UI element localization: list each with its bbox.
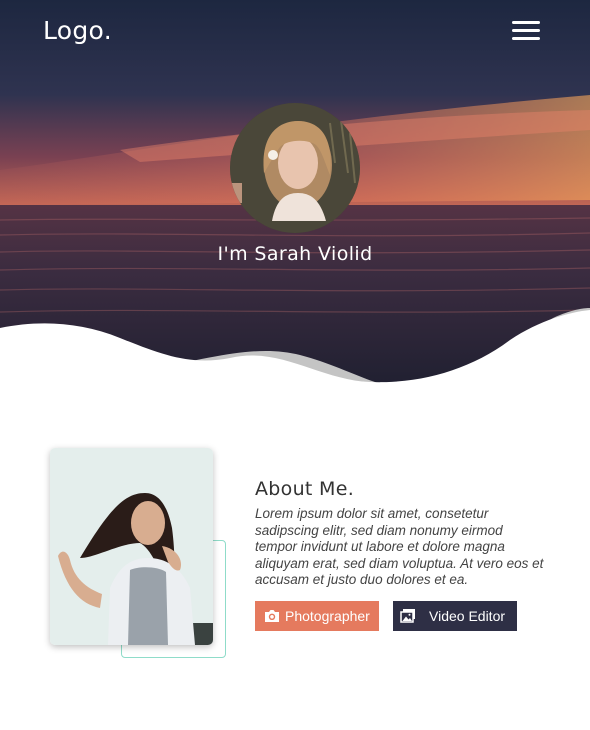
about-body: Lorem ipsum dolor sit amet, consetetur s… [255, 506, 544, 588]
avatar [230, 103, 360, 233]
video-editor-button[interactable]: Video Editor [393, 601, 517, 631]
camera-icon [263, 607, 281, 625]
hero-wave-divider [0, 308, 590, 395]
video-editor-button-label: Video Editor [429, 608, 506, 624]
about-photo [50, 448, 213, 645]
about-title: About Me. [255, 478, 355, 500]
photographer-button-label: Photographer [285, 608, 370, 624]
hamburger-menu-icon[interactable] [512, 19, 542, 43]
hero-section: Logo. I'm Sarah Violid [0, 0, 590, 395]
photographer-button[interactable]: Photographer [255, 601, 379, 631]
logo[interactable]: Logo. [43, 16, 112, 45]
gallery-icon [399, 607, 417, 625]
hero-name: I'm Sarah Violid [217, 243, 373, 265]
